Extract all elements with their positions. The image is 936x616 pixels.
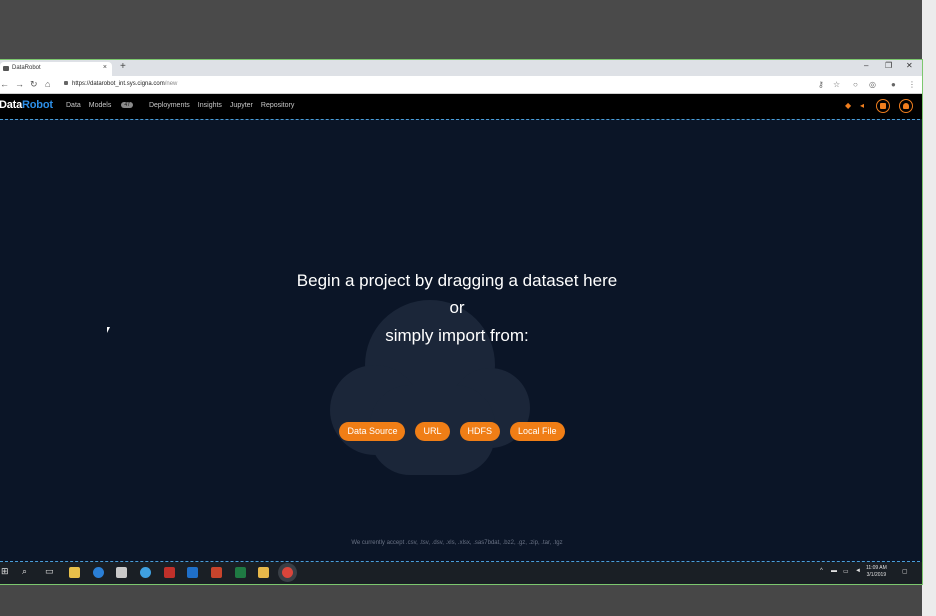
clock-date: 3/1/2019	[866, 572, 887, 578]
dropzone-or-text: or	[449, 298, 465, 317]
clock-time: 11:09 AM	[866, 565, 887, 571]
tray-chevron-icon[interactable]: ^	[820, 568, 823, 574]
url-button[interactable]: URL	[415, 422, 450, 441]
windows-start-icon[interactable]: ⊞	[1, 566, 9, 577]
extension-icon[interactable]: ○	[853, 80, 858, 89]
cloud-upload-icon	[330, 300, 530, 475]
tray-display-icon[interactable]: ▭	[843, 568, 849, 575]
nav-item-insights[interactable]: Insights	[198, 102, 222, 109]
home-icon[interactable]: ⌂	[45, 79, 50, 89]
close-window-button[interactable]: ✕	[906, 61, 913, 70]
nav-item-models-label: Models	[88, 102, 112, 109]
tab-title: DataRobot	[12, 65, 41, 71]
nav-item-jupyter[interactable]: Jupyter	[230, 102, 253, 109]
browser-menu-icon[interactable]: ⋮	[908, 80, 916, 89]
new-tab-button[interactable]: +	[120, 61, 126, 72]
url-path: /new	[164, 81, 178, 87]
tray-volume-icon[interactable]: ◄	[855, 568, 861, 574]
dataset-drop-zone[interactable]: Begin a project by dragging a dataset he…	[0, 120, 922, 561]
notifications-icon[interactable]: ◆	[845, 101, 851, 110]
powerpoint-icon[interactable]	[211, 567, 222, 578]
datarobot-logo[interactable]: DataRobot	[0, 99, 53, 111]
browser-tab[interactable]: DataRobot ×	[0, 62, 112, 76]
windows-taskbar: ⊞ ⌕ ▭ ^ ▬ ▭ ◄ 11:09 AM 3/1/2019 ▢	[0, 562, 922, 584]
browser-tab-bar: DataRobot × + – ❐ ✕	[0, 60, 922, 76]
chrome-icon[interactable]	[282, 567, 293, 578]
app-header: DataRobot Data Models 47 Deployments Insi…	[0, 94, 922, 119]
restore-button[interactable]: ❐	[885, 61, 892, 70]
desktop-background-top	[0, 0, 936, 60]
logo-robot-text: Robot	[22, 99, 53, 111]
nav-item-models[interactable]: Models 47	[89, 102, 141, 109]
dropzone-headline: Begin a project by dragging a dataset he…	[296, 271, 618, 290]
favicon-icon	[3, 66, 9, 71]
url-host: https://datarobot_int.sys.cigna.com	[72, 81, 165, 87]
search-icon[interactable]: ⌕	[22, 566, 27, 577]
tray-network-icon[interactable]: ▬	[831, 568, 837, 574]
system-clock[interactable]: 11:09 AM 3/1/2019	[866, 565, 887, 579]
data-source-button[interactable]: Data Source	[339, 422, 406, 441]
forward-arrow-icon[interactable]: →	[15, 79, 24, 89]
dropzone-import-text: simply import from:	[385, 326, 529, 345]
task-view-icon[interactable]: ▭	[45, 566, 54, 577]
reload-icon[interactable]: ↻	[30, 79, 38, 90]
minimize-button[interactable]: –	[864, 61, 868, 70]
app-icon[interactable]	[116, 567, 127, 578]
browser-window: DataRobot × + – ❐ ✕ ← → ↻ ⌂ https://data…	[0, 59, 923, 585]
nav-item-repository[interactable]: Repository	[261, 102, 294, 109]
main-nav: Data Models 47 Deployments Insights Jupyt…	[66, 102, 302, 109]
profile-icon[interactable]: ●	[891, 80, 896, 89]
outlook-icon[interactable]	[187, 567, 198, 578]
excel-icon[interactable]	[235, 567, 246, 578]
models-count-badge: 47	[121, 102, 133, 108]
tab-close-icon[interactable]: ×	[103, 64, 107, 71]
import-source-buttons: Data Source URL HDFS Local File	[0, 422, 904, 441]
user-account-icon[interactable]	[899, 99, 913, 113]
mouse-cursor-icon	[107, 327, 110, 333]
edge-icon[interactable]	[93, 567, 104, 578]
skype-icon[interactable]	[140, 567, 151, 578]
address-bar: ← → ↻ ⌂ https://datarobot_int.sys.cigna.…	[0, 76, 922, 94]
announcements-icon[interactable]: ◂	[860, 101, 864, 110]
rsa-icon[interactable]	[164, 567, 175, 578]
nav-item-data[interactable]: Data	[66, 102, 81, 109]
file-explorer-icon[interactable]	[69, 567, 80, 578]
action-center-icon[interactable]: ▢	[902, 568, 908, 575]
logo-data-text: Data	[0, 99, 23, 111]
extension-icon-2[interactable]: ◎	[869, 80, 876, 89]
back-arrow-icon[interactable]: ←	[0, 79, 9, 89]
desktop-background-bottom	[0, 584, 922, 616]
bookmark-star-icon[interactable]: ☆	[833, 80, 840, 89]
accepted-formats-note: We currently accept .csv, .tsv, .dsv, .x…	[351, 540, 563, 546]
sticky-notes-icon[interactable]	[258, 567, 269, 578]
desktop-background-right	[922, 0, 936, 616]
local-file-button[interactable]: Local File	[510, 422, 565, 441]
nav-item-deployments[interactable]: Deployments	[149, 102, 190, 109]
projects-folder-icon[interactable]	[876, 99, 890, 113]
url-field[interactable]: https://datarobot_int.sys.cigna.com/new	[64, 79, 814, 90]
key-icon[interactable]: ⚷	[818, 80, 824, 89]
lock-icon	[64, 81, 68, 85]
hdfs-button[interactable]: HDFS	[459, 422, 500, 441]
